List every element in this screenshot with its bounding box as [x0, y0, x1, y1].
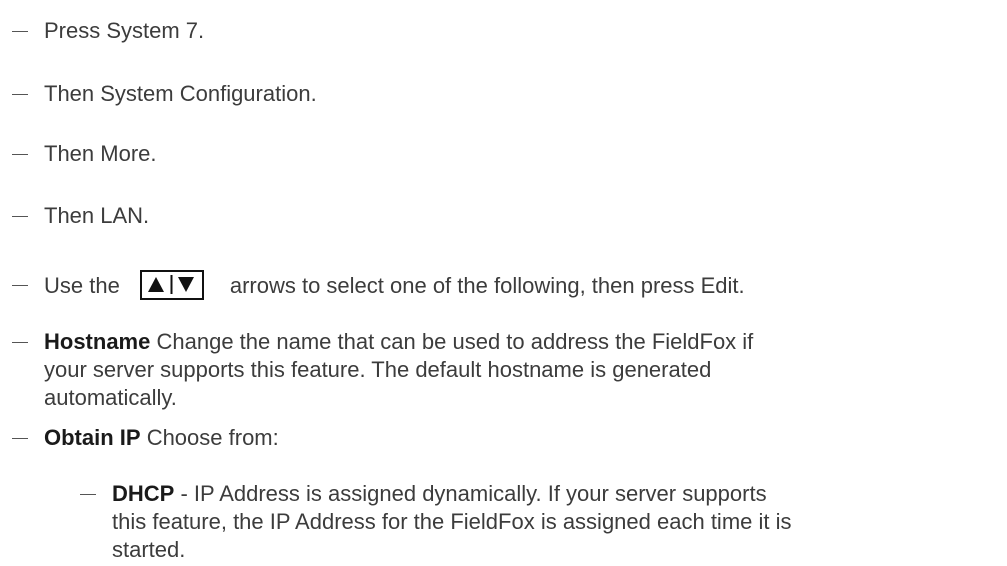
step-press-system: Press System 7. — [44, 18, 205, 43]
list-dash — [12, 154, 28, 155]
step-use-arrows: Use the arrows to select one of the foll… — [44, 270, 745, 301]
dhcp-line-3: started. — [112, 537, 186, 562]
list-dash — [12, 31, 28, 32]
hostname-line-3: automatically. — [44, 385, 177, 410]
step-use-arrows-suffix: arrows to select one of the following, t… — [229, 273, 745, 298]
step-lan: Then LAN. — [44, 203, 150, 228]
list-dash — [12, 285, 28, 286]
step-system-configuration: Then System Configuration. — [44, 81, 317, 106]
dhcp-line-1: DHCP - IP Address is assigned dynamicall… — [112, 481, 767, 506]
step-use-arrows-prefix: Use the — [44, 273, 120, 298]
list-dash — [12, 342, 28, 343]
obtain-ip-term: Obtain IP — [44, 425, 141, 450]
dhcp-line-2: this feature, the IP Address for the Fie… — [112, 509, 792, 534]
up-down-arrow-keys-icon — [139, 270, 204, 300]
list-dash — [12, 438, 28, 439]
hostname-line-1: Hostname Change the name that can be use… — [44, 329, 754, 354]
dhcp-term: DHCP — [112, 481, 175, 506]
obtain-ip-line: Obtain IP Choose from: — [44, 425, 279, 450]
hostname-term: Hostname — [44, 329, 151, 354]
step-more: Then More. — [44, 141, 157, 166]
list-dash — [80, 494, 96, 495]
hostname-line-2: your server supports this feature. The d… — [44, 357, 712, 382]
list-dash — [12, 94, 28, 95]
list-dash — [12, 216, 28, 217]
